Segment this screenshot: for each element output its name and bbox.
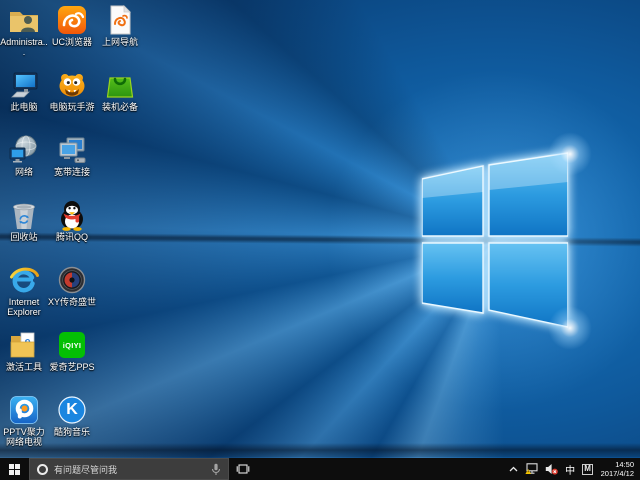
desktop-icon-pptv[interactable]: PPTV聚力 网络电视 — [0, 394, 48, 456]
icon-label: 回收站 — [10, 232, 37, 242]
start-button[interactable] — [0, 458, 29, 480]
uc-browser-icon — [56, 4, 88, 36]
cortana-icon — [37, 464, 48, 475]
icon-label: 电脑玩手游 — [49, 102, 94, 112]
task-view-button[interactable] — [229, 458, 257, 480]
tray-overflow-chevron[interactable] — [506, 458, 522, 480]
tray-clock[interactable]: 14:50 2017/4/12 — [597, 460, 640, 478]
user-folder-icon — [8, 4, 40, 36]
clock-time: 14:50 — [615, 460, 634, 469]
shopping-bag-icon — [104, 69, 136, 101]
icon-label: Internet Explorer — [0, 297, 48, 317]
tray-ime-language[interactable]: 中 — [562, 458, 579, 480]
desktop-icon-iqiyi[interactable]: iQIYI 爱奇艺PPS — [48, 329, 96, 391]
desktop-icon-kugou[interactable]: K 酷狗音乐 — [48, 394, 96, 456]
desktop-icon-essential-apps[interactable]: 装机必备 — [96, 69, 144, 131]
icon-label: 爱奇艺PPS — [49, 362, 94, 372]
network-warning-icon — [525, 463, 538, 475]
ime-language-label: 中 — [565, 462, 575, 477]
tray-volume-muted[interactable] — [542, 458, 562, 480]
icon-label: XY传奇盛世 — [48, 297, 96, 307]
icon-label: 网络 — [15, 167, 33, 177]
desktop-icon-this-pc[interactable]: 此电脑 — [0, 69, 48, 131]
chevron-up-icon — [509, 466, 518, 473]
tray-network-status[interactable] — [522, 458, 542, 480]
desktop-icon-broadband[interactable]: 宽带连接 — [48, 134, 96, 196]
desktop-icon-xy-game[interactable]: XY传奇盛世 — [48, 264, 96, 326]
icon-label: 此电脑 — [10, 102, 37, 112]
this-pc-icon — [8, 69, 40, 101]
desktop-icon-web-navigation[interactable]: 上网导航 — [96, 4, 144, 66]
clock-date: 2017/4/12 — [601, 469, 634, 478]
xy-legend-medal-icon — [56, 264, 88, 296]
desktop-icon-qq[interactable]: 腾讯QQ — [48, 199, 96, 261]
search-input[interactable]: 有问题尽管问我 — [29, 458, 229, 480]
internet-explorer-icon — [8, 264, 40, 296]
tray-ime-mode[interactable]: M — [579, 458, 597, 480]
monster-game-icon — [56, 69, 88, 101]
recycle-bin-icon — [8, 199, 40, 231]
icon-label: 酷狗音乐 — [54, 427, 90, 437]
system-tray: 中 M 14:50 2017/4/12 — [506, 458, 640, 480]
qq-penguin-icon — [56, 199, 88, 231]
windows-logo-icon — [9, 464, 20, 475]
search-placeholder: 有问题尽管问我 — [54, 463, 205, 476]
desktop-icon-uc-browser[interactable]: UC浏览器 — [48, 4, 96, 66]
windows-hero-logo — [422, 152, 568, 328]
broadband-connection-icon — [56, 134, 88, 166]
icon-label: 装机必备 — [102, 102, 138, 112]
icon-label: Administra... — [0, 37, 48, 57]
microphone-icon[interactable] — [211, 463, 221, 476]
network-globe-icon — [8, 134, 40, 166]
windows-desktop: Administra... UC浏览器 上网导航 — [0, 0, 640, 480]
activation-folder-icon: e — [8, 329, 40, 361]
taskbar: 有问题尽管问我 — [0, 458, 640, 480]
desktop-icon-internet-explorer[interactable]: Internet Explorer — [0, 264, 48, 326]
desktop-icon-network[interactable]: 网络 — [0, 134, 48, 196]
iqiyi-wordmark: iQIYI — [56, 329, 88, 361]
speaker-muted-icon — [545, 463, 558, 475]
icon-label: 激活工具 — [6, 362, 42, 372]
icon-label: 腾讯QQ — [56, 232, 88, 242]
icon-label: UC浏览器 — [52, 37, 92, 47]
icon-label: 宽带连接 — [54, 167, 90, 177]
task-view-icon — [236, 463, 250, 475]
desktop-icon-activation-tools[interactable]: e 激活工具 — [0, 329, 48, 391]
kugou-k-letter: K — [56, 394, 88, 426]
icon-label: 上网导航 — [102, 37, 138, 47]
iqiyi-icon: iQIYI — [56, 329, 88, 361]
kugou-music-icon: K — [56, 394, 88, 426]
ime-mode-badge: M — [582, 464, 593, 475]
desktop-icon-pc-mobile-games[interactable]: 电脑玩手游 — [48, 69, 96, 131]
web-navigation-icon — [104, 4, 136, 36]
desktop-icon-administrator[interactable]: Administra... — [0, 4, 48, 66]
desktop-icon-recycle-bin[interactable]: 回收站 — [0, 199, 48, 261]
pptv-icon — [8, 394, 40, 426]
icon-label: PPTV聚力 网络电视 — [0, 427, 48, 447]
